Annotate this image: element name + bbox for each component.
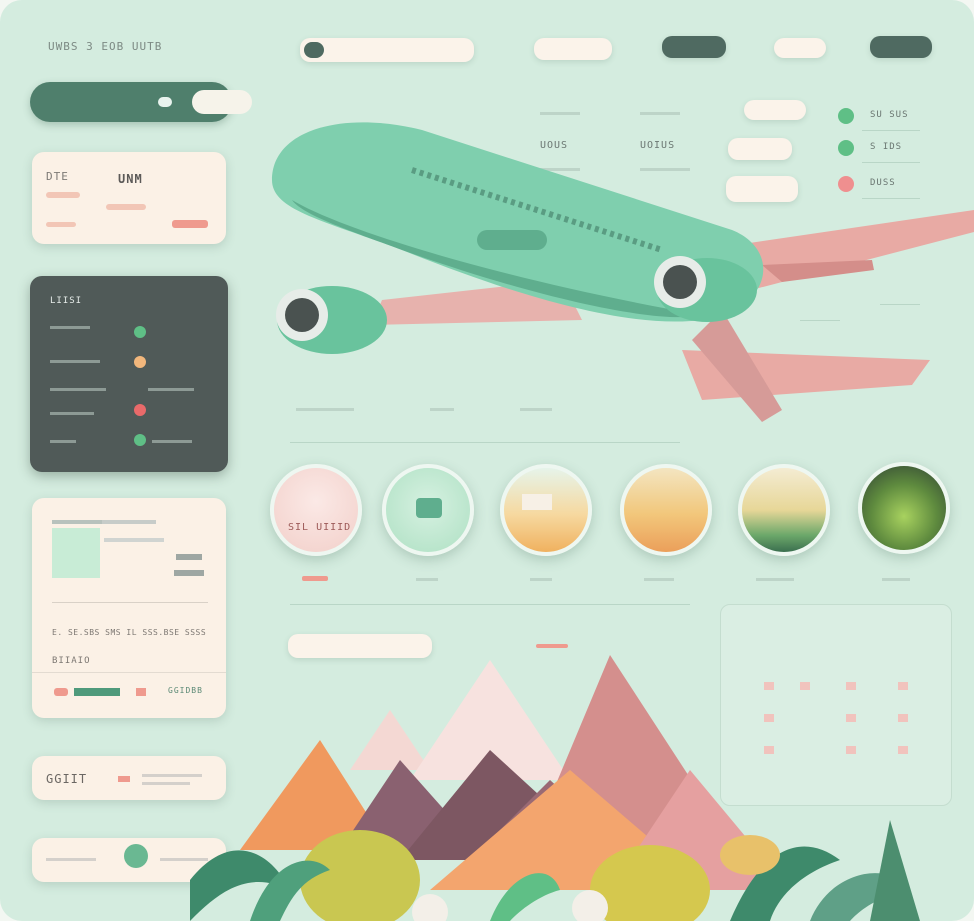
destination-code: UNM	[118, 172, 143, 186]
status-dot-green-2[interactable]	[134, 434, 146, 446]
app-window: UWBS 3 EOB UUTB DTE UNM LIISI E. SE.SBS …	[0, 0, 974, 921]
airplane-illustration	[272, 122, 974, 422]
tab-tours[interactable]	[774, 38, 826, 58]
tab-search[interactable]	[300, 38, 474, 62]
booking-details: E. SE.SBS SMS IL SSS.BSE SSSS	[52, 628, 207, 637]
toggle-knob	[192, 90, 252, 114]
destination-2[interactable]	[382, 464, 474, 556]
destination-1[interactable]: SIL UIIID	[270, 464, 362, 556]
destination-4[interactable]	[620, 464, 712, 556]
filter-panel-title: LIISI	[50, 296, 83, 306]
tab-flights[interactable]	[534, 38, 612, 60]
destination-6[interactable]	[858, 462, 950, 554]
progress-bar	[74, 688, 120, 696]
toggle-indicator	[158, 97, 172, 107]
status-dot-green[interactable]	[134, 326, 146, 338]
origin-code: DTE	[46, 170, 69, 183]
status-dot-orange[interactable]	[134, 356, 146, 368]
destination-3[interactable]	[500, 464, 592, 556]
destination-1-label: SIL UIIID	[288, 522, 352, 533]
ticket-card[interactable]: DTE UNM	[32, 152, 226, 244]
toggle-switch[interactable]	[30, 82, 252, 122]
promo-code: GGIIT	[46, 772, 88, 786]
engine-left	[276, 286, 387, 354]
seat-thumbnail	[52, 528, 100, 578]
brand-title: UWBS 3 EOB UUTB	[48, 40, 163, 53]
avatar[interactable]	[124, 844, 148, 868]
search-icon	[304, 42, 324, 58]
destination-5[interactable]	[738, 464, 830, 556]
landscape-illustration	[190, 655, 920, 921]
status-dot-red[interactable]	[134, 404, 146, 416]
price-badge	[172, 220, 208, 228]
tab-profile[interactable]	[870, 36, 932, 58]
tab-hotels[interactable]	[662, 36, 726, 58]
booking-name: BIIAIO	[52, 656, 91, 666]
filter-panel: LIISI	[30, 276, 228, 472]
cancel-button[interactable]	[54, 688, 68, 696]
